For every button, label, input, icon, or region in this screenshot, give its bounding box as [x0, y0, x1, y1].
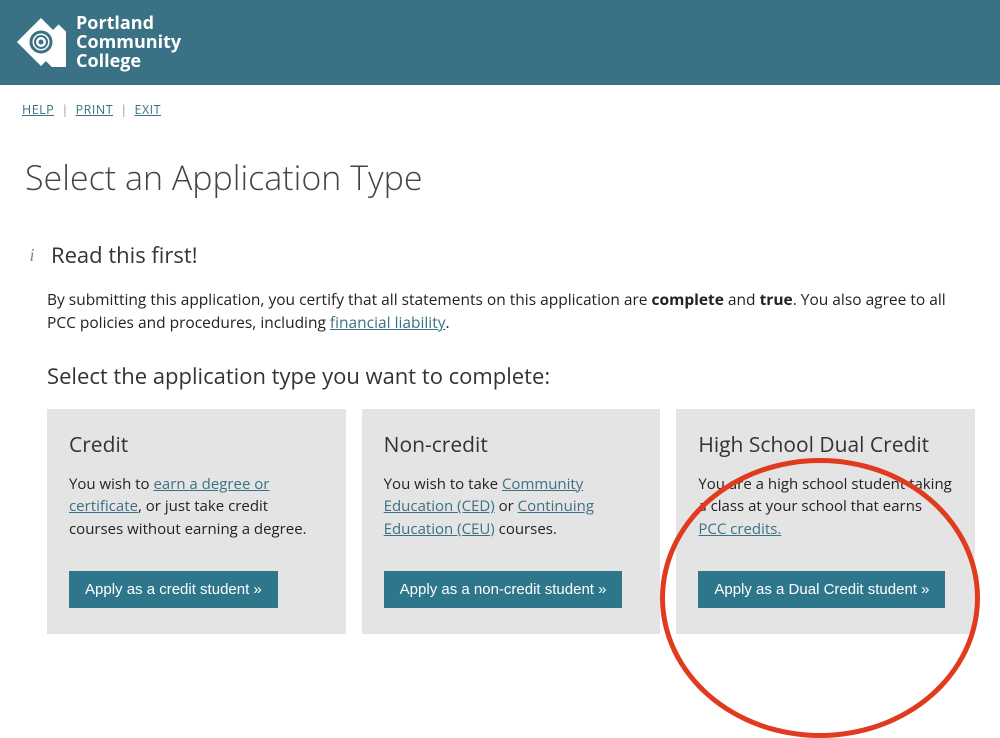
select-type-subheading: Select the application type you want to … — [47, 361, 975, 391]
card-description: You wish to earn a degree or certificate… — [69, 473, 324, 545]
help-link[interactable]: HELP — [22, 101, 54, 118]
read-first-heading: Read this first! — [51, 240, 198, 270]
logo-text: Portland Community College — [76, 14, 181, 71]
apply-noncredit-button[interactable]: Apply as a non-credit student » — [384, 571, 623, 608]
exit-link[interactable]: EXIT — [135, 101, 162, 118]
card-title: High School Dual Credit — [698, 431, 953, 459]
separator: | — [120, 101, 127, 118]
card-description: You wish to take Community Education (CE… — [384, 473, 639, 545]
financial-liability-link[interactable]: financial liability — [330, 311, 446, 333]
info-icon: i — [25, 245, 39, 266]
utility-nav: HELP | PRINT | EXIT — [0, 85, 1000, 118]
logo[interactable]: Portland Community College — [16, 14, 181, 71]
read-first-row: i Read this first! — [25, 240, 975, 270]
apply-credit-button[interactable]: Apply as a credit student » — [69, 571, 278, 608]
intro-paragraph: By submitting this application, you cert… — [47, 288, 975, 335]
card-noncredit: Non-credit You wish to take Community Ed… — [362, 409, 661, 634]
pcc-credits-link[interactable]: PCC credits. — [698, 519, 781, 539]
card-title: Non-credit — [384, 431, 639, 459]
separator: | — [61, 101, 68, 118]
print-link[interactable]: PRINT — [76, 101, 114, 118]
card-dual-credit: High School Dual Credit You are a high s… — [676, 409, 975, 634]
card-credit: Credit You wish to earn a degree or cert… — [47, 409, 346, 634]
main-content: Select an Application Type i Read this f… — [0, 118, 1000, 664]
page-title: Select an Application Type — [25, 154, 975, 200]
site-header: Portland Community College — [0, 0, 1000, 85]
apply-dual-credit-button[interactable]: Apply as a Dual Credit student » — [698, 571, 945, 608]
card-description: You are a high school student taking a c… — [698, 473, 953, 545]
card-title: Credit — [69, 431, 324, 459]
logo-icon — [16, 17, 66, 67]
application-type-cards: Credit You wish to earn a degree or cert… — [47, 409, 975, 634]
